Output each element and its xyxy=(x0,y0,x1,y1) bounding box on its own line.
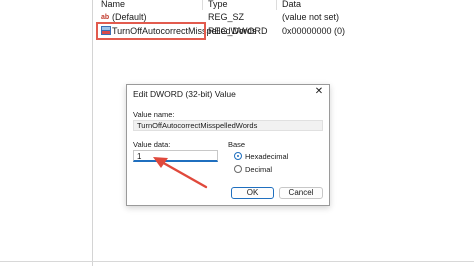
value-name-field[interactable]: TurnOffAutocorrectMisspelledWords xyxy=(133,120,323,131)
navigation-pane xyxy=(0,0,88,266)
hexadecimal-label[interactable]: Hexadecimal xyxy=(245,152,288,161)
row-type: REG_DWORD xyxy=(208,26,268,36)
row-data: (value not set) xyxy=(282,12,340,22)
column-separator[interactable] xyxy=(276,0,277,10)
base-label: Base xyxy=(228,140,246,149)
value-name-label: Value name: xyxy=(133,110,175,119)
decimal-label[interactable]: Decimal xyxy=(245,165,272,174)
cancel-button[interactable]: Cancel xyxy=(279,187,323,199)
row-name: (Default) xyxy=(112,12,147,22)
row-type: REG_SZ xyxy=(208,12,245,22)
edit-dword-dialog: Edit DWORD (32-bit) Value ✕ Value name: … xyxy=(126,84,330,206)
dialog-title: Edit DWORD (32-bit) Value xyxy=(133,89,236,99)
column-header-data[interactable]: Data xyxy=(282,0,301,9)
value-data-input[interactable]: 1 xyxy=(133,150,218,162)
string-value-icon: ab xyxy=(101,12,111,21)
svg-text:ab: ab xyxy=(101,14,109,21)
close-icon[interactable]: ✕ xyxy=(314,87,324,97)
column-separator[interactable] xyxy=(202,0,203,10)
column-header-row: Name Type Data xyxy=(93,0,474,10)
column-header-type[interactable]: Type xyxy=(208,0,228,9)
hexadecimal-radio[interactable] xyxy=(234,152,242,160)
pane-divider[interactable] xyxy=(92,0,93,266)
ok-button[interactable]: OK xyxy=(231,187,274,199)
bottom-divider xyxy=(0,261,474,262)
row-data: 0x00000000 (0) xyxy=(282,26,346,36)
column-header-name[interactable]: Name xyxy=(101,0,125,9)
value-data-label: Value data: xyxy=(133,140,171,149)
highlight-box xyxy=(96,22,206,40)
decimal-radio[interactable] xyxy=(234,165,242,173)
